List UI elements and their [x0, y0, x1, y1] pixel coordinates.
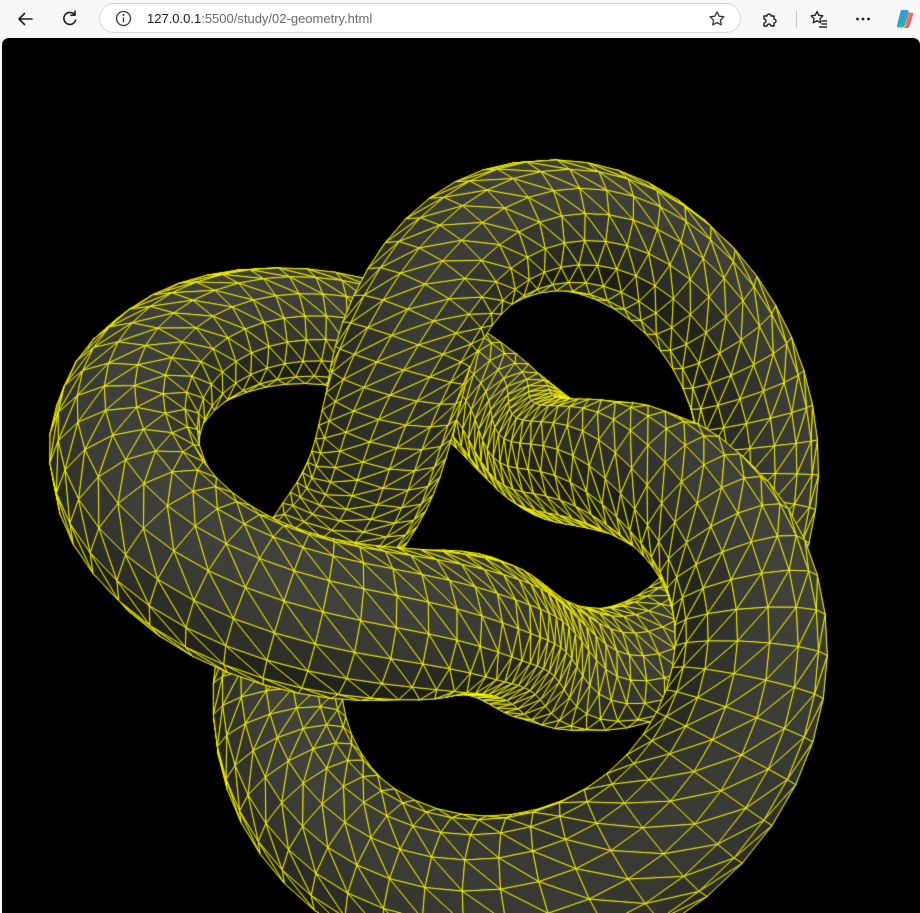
webgl-viewport[interactable]: [2, 38, 920, 913]
torus-knot-canvas[interactable]: [2, 38, 920, 913]
address-bar[interactable]: 127.0.0.1:5500/study/02-geometry.html: [99, 3, 741, 33]
refresh-icon: [63, 10, 77, 26]
url-text[interactable]: 127.0.0.1:5500/study/02-geometry.html: [147, 11, 372, 26]
favorites-button[interactable]: [804, 4, 834, 34]
extensions-button[interactable]: [755, 4, 785, 34]
back-arrow-icon: [18, 12, 33, 26]
url-path: :5500/study/02-geometry.html: [201, 11, 373, 26]
copilot-button[interactable]: [890, 4, 920, 34]
toolbar-divider: [796, 11, 797, 28]
favorites-icon: [810, 10, 827, 28]
info-icon[interactable]: [115, 10, 132, 27]
url-host: 127.0.0.1: [147, 11, 202, 26]
more-button[interactable]: [848, 4, 878, 34]
puzzle-icon: [763, 13, 777, 27]
refresh-button[interactable]: [55, 4, 85, 34]
copilot-icon: [896, 10, 914, 28]
more-icon: [856, 17, 870, 21]
browser-toolbar: 127.0.0.1:5500/study/02-geometry.html: [0, 0, 920, 38]
back-button[interactable]: [10, 4, 40, 34]
star-icon[interactable]: [708, 10, 726, 28]
